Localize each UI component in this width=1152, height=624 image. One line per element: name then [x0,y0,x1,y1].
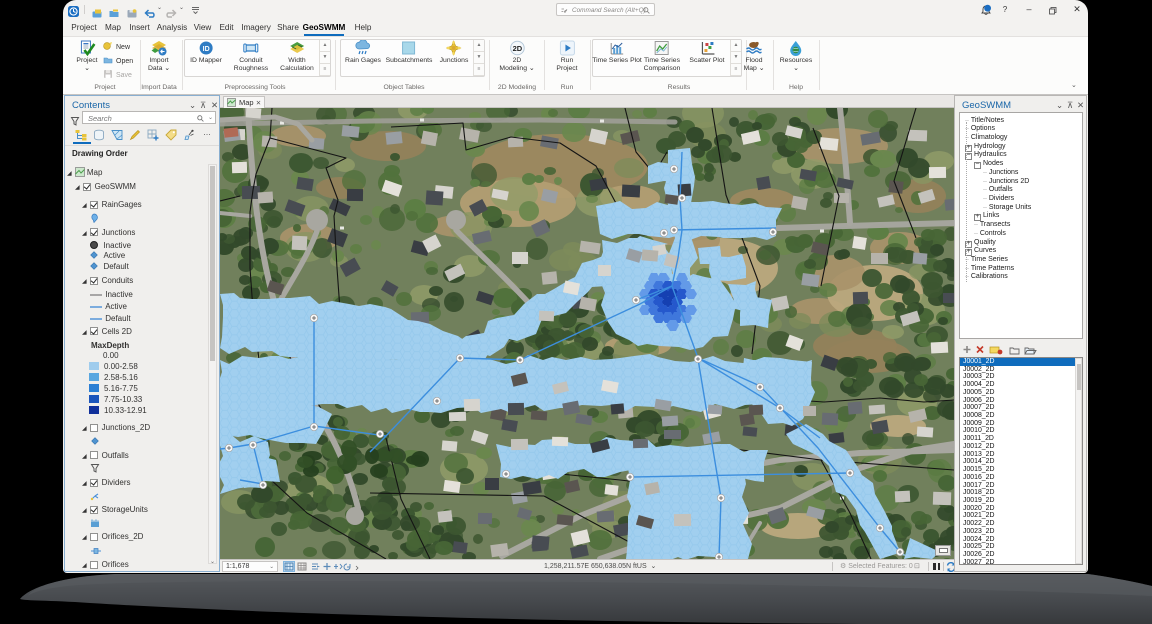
svg-text:ID: ID [202,46,209,53]
svg-text:2D: 2D [512,44,522,53]
